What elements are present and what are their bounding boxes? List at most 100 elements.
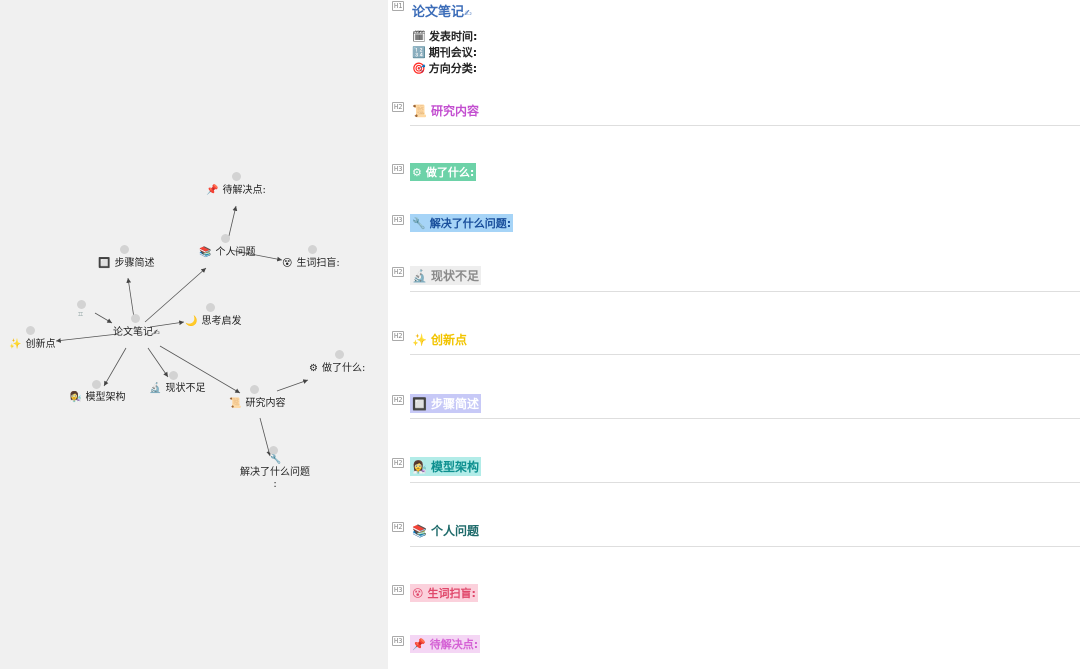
- heading-10[interactable]: 📌 待解决点:: [410, 635, 481, 653]
- wrench-icon: 🔧: [412, 217, 426, 230]
- heading-2[interactable]: ⚙ 做了什么:: [410, 163, 477, 181]
- heading-text: 解决了什么问题:: [429, 217, 512, 230]
- graph-node-label: 模型架构: [85, 392, 126, 403]
- heading-level-badge: H1: [392, 1, 405, 11]
- moon-icon: 🌙: [185, 316, 198, 327]
- graph-node-label: 待解决点:: [222, 185, 266, 196]
- graph-node-label: 步骤简述: [114, 258, 155, 269]
- heading-level-badge: H3: [392, 164, 405, 174]
- microscope-icon: 🔬: [412, 269, 427, 283]
- graph-node-dot[interactable]: [232, 172, 241, 181]
- orphan-node-icon[interactable]: ⌗: [78, 310, 83, 320]
- heading-4[interactable]: 🔬 现状不足: [410, 266, 481, 285]
- pin-icon: 📌: [412, 638, 426, 651]
- graph-node-dot[interactable]: [335, 350, 344, 359]
- markdown-editor[interactable]: H1 论文笔记✍ 🗓 发表时间: 🔢 期刊会议: 🎯 方向分类: H2 📜 研究内容 H3 ⚙…: [388, 0, 1080, 669]
- heading-divider: [410, 125, 1080, 126]
- graph-node-label: 论文笔记: [113, 327, 153, 338]
- numbers-icon: 🔢: [412, 46, 426, 59]
- heading-8[interactable]: 📚 个人问题: [410, 521, 481, 540]
- graph-node-dot[interactable]: [120, 245, 129, 254]
- scroll-icon: 📜: [412, 104, 427, 118]
- graph-node-pending[interactable]: 📌 待解决点:: [206, 181, 266, 196]
- graph-node-personal[interactable]: 📚 个人问题: [199, 243, 255, 258]
- scroll-icon: 📜: [229, 398, 242, 409]
- meta-publish-date[interactable]: 🗓 发表时间:: [412, 28, 477, 44]
- graph-node-label: 个人问题: [215, 247, 256, 258]
- heading-text: 现状不足: [430, 269, 479, 283]
- graph-edge: [276, 379, 309, 392]
- graph-node-solved[interactable]: 解决了什么问题 :: [240, 467, 310, 491]
- graph-edge: [94, 312, 113, 324]
- heading-1[interactable]: 📜 研究内容: [410, 101, 481, 120]
- graph-node-steps[interactable]: 🔲 步骤简述: [98, 254, 154, 269]
- graph-node-status[interactable]: 🔬 现状不足: [149, 379, 205, 394]
- graph-node-dot[interactable]: [26, 326, 35, 335]
- graph-node-vocab[interactable]: 😵 生词扫盲:: [282, 254, 340, 269]
- heading-level-badge: H2: [392, 522, 405, 532]
- graph-node-label: 现状不足: [165, 383, 206, 394]
- graph-edge: [103, 347, 127, 387]
- books-icon: 📚: [412, 524, 427, 538]
- graph-edges: [55, 205, 309, 457]
- graph-node-dot[interactable]: [131, 314, 140, 323]
- graph-node-label: 解决了什么问题: [240, 467, 310, 478]
- heading-level-badge: H2: [392, 102, 405, 112]
- heading-level-badge: H2: [392, 267, 405, 277]
- scientist-icon: 👩‍🔬: [412, 460, 427, 474]
- graph-node-dot[interactable]: [206, 303, 215, 312]
- heading-level-badge: H3: [392, 215, 405, 225]
- heading-divider: [410, 546, 1080, 547]
- graph-node-dot[interactable]: [250, 385, 259, 394]
- graph-node-research[interactable]: 📜 研究内容: [229, 394, 285, 409]
- meta-label: 期刊会议:: [428, 46, 478, 59]
- graph-node-dot[interactable]: [269, 446, 278, 455]
- wrench-icon: 🔧: [270, 455, 282, 465]
- heading-text: 个人问题: [430, 524, 479, 538]
- graph-node-root[interactable]: 论文笔记✍: [113, 323, 160, 338]
- heading-level-badge: H3: [392, 585, 405, 595]
- graph-node-label: 生词扫盲:: [296, 258, 340, 269]
- meta-venue[interactable]: 🔢 期刊会议:: [412, 44, 477, 60]
- page-title[interactable]: 论文笔记✍: [410, 0, 474, 21]
- heading-level-badge: H2: [392, 331, 405, 341]
- gear-icon: ⚙: [309, 363, 318, 374]
- graph-node-did[interactable]: ⚙ 做了什么:: [309, 359, 365, 374]
- dizzy-face-icon: 😵: [282, 258, 293, 269]
- graph-edge: [147, 347, 169, 378]
- graph-edge: [55, 333, 119, 343]
- books-icon: 📚: [199, 247, 212, 258]
- heading-text: 做了什么:: [425, 166, 475, 179]
- heading-level-badge: H3: [392, 636, 405, 646]
- meta-label: 方向分类:: [428, 62, 478, 75]
- heading-divider: [410, 354, 1080, 355]
- heading-divider: [410, 291, 1080, 292]
- graph-node-dot[interactable]: [308, 245, 317, 254]
- heading-level-badge: H2: [392, 395, 405, 405]
- graph-node-dot[interactable]: [77, 300, 86, 309]
- graph-node-thinking[interactable]: 🌙 思考启发: [185, 312, 241, 327]
- writing-hand-icon: ✍: [153, 328, 160, 337]
- heading-7[interactable]: 👩‍🔬 模型架构: [410, 457, 481, 476]
- graph-node-label: 研究内容: [245, 398, 286, 409]
- graph-node-label: 做了什么:: [321, 363, 366, 374]
- button-icon: 🔲: [98, 258, 111, 269]
- graph-edge: [227, 205, 238, 241]
- heading-5[interactable]: ✨ 创新点: [410, 330, 469, 349]
- meta-category[interactable]: 🎯 方向分类:: [412, 60, 477, 76]
- graph-node-dot[interactable]: [221, 234, 230, 243]
- meta-label: 发表时间:: [428, 30, 478, 43]
- scientist-icon: 👩‍🔬: [69, 392, 82, 403]
- sparkles-icon: ✨: [412, 333, 427, 347]
- graph-node-label: 创新点: [25, 339, 56, 350]
- graph-node-innovation[interactable]: ✨ 创新点: [9, 335, 55, 350]
- graph-edge: [126, 277, 135, 319]
- heading-text: 研究内容: [430, 104, 479, 118]
- heading-text: 步骤简述: [430, 397, 479, 411]
- graph-node-model[interactable]: 👩‍🔬 模型架构: [69, 388, 125, 403]
- heading-text: 创新点: [430, 333, 467, 347]
- heading-3[interactable]: 🔧 解决了什么问题:: [410, 214, 514, 232]
- heading-6[interactable]: 🔲 步骤简述: [410, 394, 481, 413]
- graph-view[interactable]: ⌗ 📌 待解决点: 📚 个人问题 😵 生词扫盲: 🔲 步骤简述 🌙 思考启发 论文笔记✍ …: [0, 0, 388, 669]
- heading-9[interactable]: 😵 生词扫盲:: [410, 584, 478, 602]
